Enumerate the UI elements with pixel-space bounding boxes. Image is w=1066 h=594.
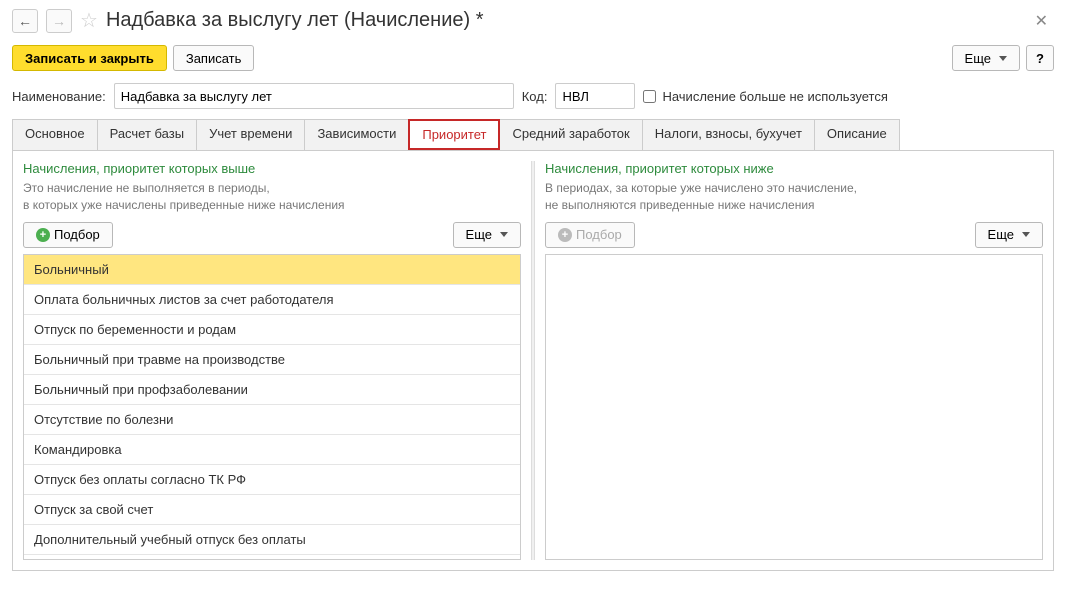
list-item[interactable]: Больничный при профзаболевании (24, 375, 520, 405)
list-item[interactable]: Отсутствие по болезни (24, 405, 520, 435)
right-more-button[interactable]: Еще (975, 222, 1043, 248)
list-item[interactable]: Отпуск без оплаты согласно ТК РФ (24, 465, 520, 495)
left-list[interactable]: БольничныйОплата больничных листов за сч… (23, 254, 521, 560)
plus-icon: + (36, 228, 50, 242)
tab-desc[interactable]: Описание (814, 119, 900, 150)
list-item[interactable]: Дополнительный учебный отпуск без оплаты (24, 525, 520, 555)
tabs-bar: Основное Расчет базы Учет времени Зависи… (12, 119, 1054, 151)
unused-checkbox[interactable] (643, 90, 656, 103)
left-panel: Начисления, приоритет которых выше Это н… (23, 161, 521, 560)
code-input[interactable] (555, 83, 635, 109)
favorite-icon[interactable]: ☆ (80, 8, 98, 33)
help-button[interactable]: ? (1026, 45, 1054, 71)
tab-time[interactable]: Учет времени (196, 119, 305, 150)
left-panel-title: Начисления, приоритет которых выше (23, 161, 521, 176)
list-item[interactable]: Больничный (24, 255, 520, 285)
list-item[interactable]: Отпуск за свой счет (24, 495, 520, 525)
list-item[interactable]: Больничный при травме на производстве (24, 345, 520, 375)
tab-main[interactable]: Основное (12, 119, 98, 150)
left-select-button[interactable]: + Подбор (23, 222, 113, 248)
right-select-button[interactable]: + Подбор (545, 222, 635, 248)
right-panel: Начисления, приоритет которых ниже В пер… (545, 161, 1043, 560)
tab-priority[interactable]: Приоритет (408, 119, 500, 150)
right-panel-title: Начисления, приоритет которых ниже (545, 161, 1043, 176)
page-title: Надбавка за выслугу лет (Начисление) * (106, 9, 484, 32)
unused-checkbox-row[interactable]: Начисление больше не используется (643, 89, 887, 104)
left-more-button[interactable]: Еще (453, 222, 521, 248)
list-item[interactable]: Отпуск по беременности и родам (24, 315, 520, 345)
list-item[interactable]: Отсутствие по невыясненной причине (24, 555, 520, 560)
plus-icon: + (558, 228, 572, 242)
right-list[interactable] (545, 254, 1043, 560)
left-panel-desc: Это начисление не выполняется в периоды,… (23, 180, 521, 214)
save-close-button[interactable]: Записать и закрыть (12, 45, 167, 71)
tab-average[interactable]: Средний заработок (499, 119, 642, 150)
list-item[interactable]: Командировка (24, 435, 520, 465)
tab-deps[interactable]: Зависимости (304, 119, 409, 150)
close-button[interactable]: ✕ (1029, 9, 1054, 33)
back-button[interactable]: ← (12, 9, 38, 33)
more-button[interactable]: Еще (952, 45, 1020, 71)
code-label: Код: (522, 89, 548, 104)
unused-label: Начисление больше не используется (662, 89, 887, 104)
list-item[interactable]: Оплата больничных листов за счет работод… (24, 285, 520, 315)
save-button[interactable]: Записать (173, 45, 255, 71)
forward-button[interactable]: → (46, 9, 72, 33)
splitter[interactable] (531, 161, 535, 560)
tab-base[interactable]: Расчет базы (97, 119, 198, 150)
name-label: Наименование: (12, 89, 106, 104)
name-input[interactable] (114, 83, 514, 109)
tab-taxes[interactable]: Налоги, взносы, бухучет (642, 119, 815, 150)
right-panel-desc: В периодах, за которые уже начислено это… (545, 180, 1043, 214)
